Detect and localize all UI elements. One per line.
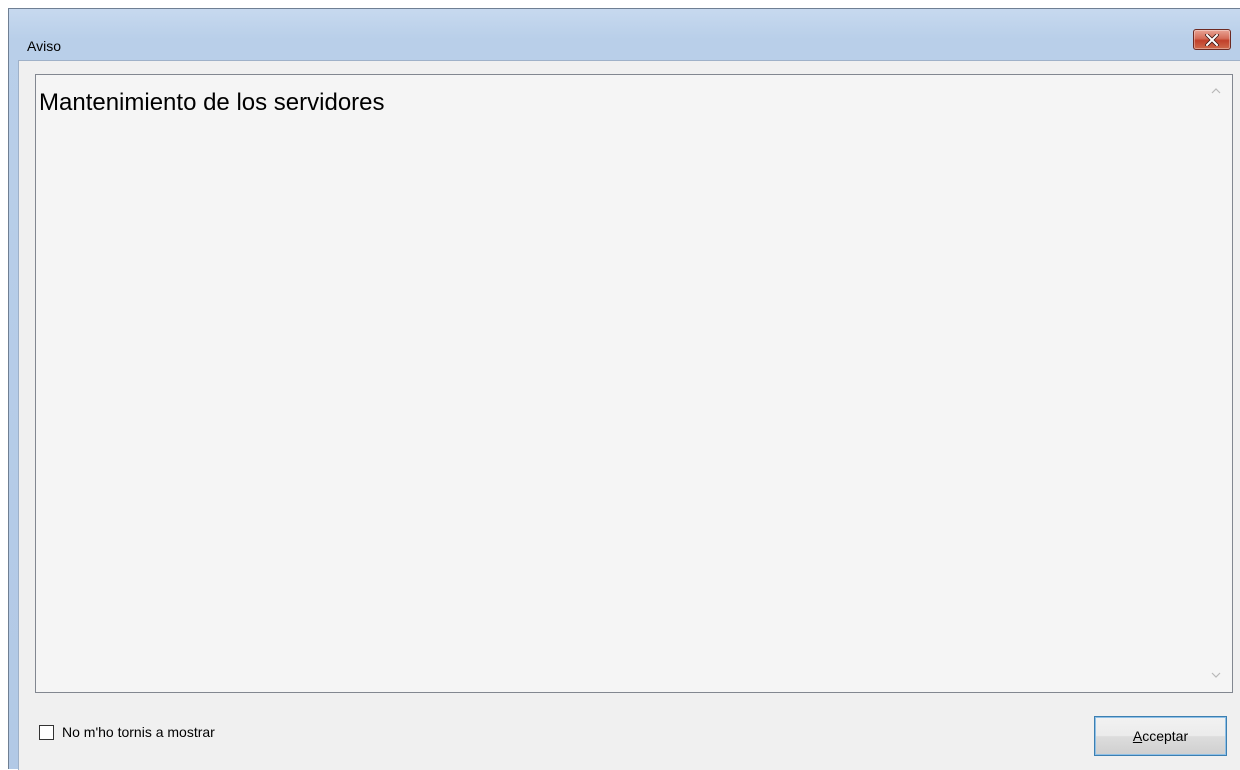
close-icon	[1205, 33, 1219, 46]
dialog-window: Aviso Mantenimiento de los servidores No…	[8, 8, 1240, 770]
close-button[interactable]	[1193, 29, 1231, 50]
accept-button[interactable]: Acceptar	[1094, 716, 1227, 756]
dont-show-again-option[interactable]: No m'ho tornis a mostrar	[39, 723, 215, 741]
dialog-body: Mantenimiento de los servidores No m'ho …	[18, 60, 1240, 770]
accept-label: cceptar	[1142, 728, 1189, 744]
dont-show-again-checkbox[interactable]	[39, 724, 54, 740]
title-bar[interactable]: Aviso	[9, 9, 1240, 59]
dont-show-again-label[interactable]: No m'ho tornis a mostrar	[62, 724, 215, 740]
chevron-up-icon	[1211, 88, 1221, 94]
window-title: Aviso	[27, 38, 61, 54]
scroll-up-button[interactable]	[1206, 83, 1226, 99]
scroll-down-button[interactable]	[1206, 667, 1226, 683]
message-text-area[interactable]: Mantenimiento de los servidores	[35, 74, 1233, 693]
message-text: Mantenimiento de los servidores	[39, 89, 385, 116]
chevron-down-icon	[1211, 672, 1221, 678]
accept-mnemonic: A	[1132, 728, 1143, 744]
